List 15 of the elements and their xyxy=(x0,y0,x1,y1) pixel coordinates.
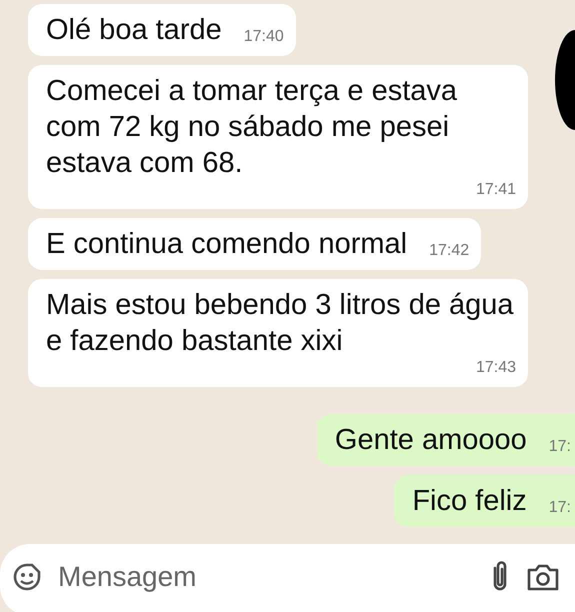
message-input[interactable]: Mensagem xyxy=(56,560,475,594)
message-time: 17:42 xyxy=(429,242,470,261)
message-text: Olé boa tarde xyxy=(46,13,222,48)
message-time: 17:40 xyxy=(244,28,284,47)
message-text: E continua comendo normal xyxy=(46,227,408,262)
message-text: Comecei a tomar terça e estava com 72 kg no sábado me pesei estava com 68. xyxy=(46,74,458,181)
sticker-icon[interactable] xyxy=(12,562,42,592)
message-text: Gente amoooo xyxy=(334,423,527,458)
message-time: 17: xyxy=(548,499,571,518)
message-time: 17:43 xyxy=(476,359,516,378)
message-time: 17:41 xyxy=(476,181,516,200)
message-time: 17: xyxy=(548,438,571,457)
message-text: Fico feliz xyxy=(412,484,527,519)
message-text: Mais estou bebendo 3 litros de água e fazendo bastante xixi xyxy=(46,288,515,359)
message-field[interactable]: Mensagem xyxy=(0,544,575,612)
